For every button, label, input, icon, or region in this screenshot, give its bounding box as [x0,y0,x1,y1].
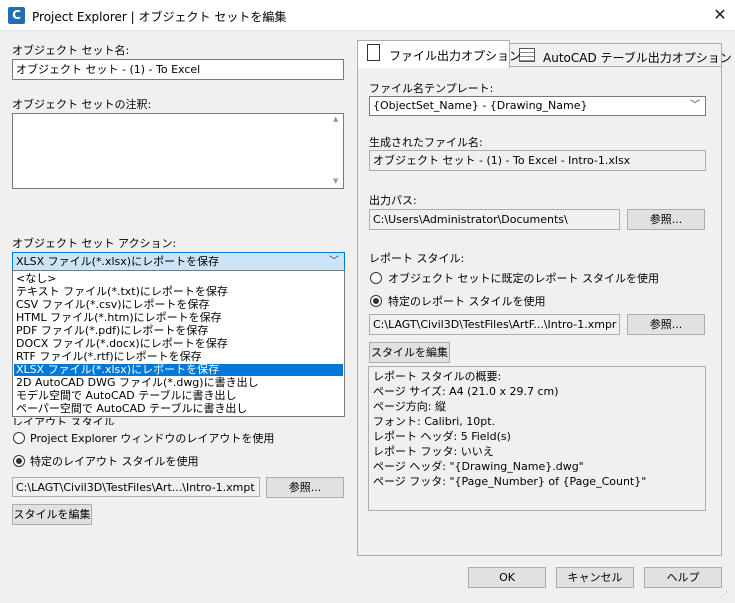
chevron-down-icon: ﹀ [329,256,339,267]
dropdown-option[interactable]: 2D AutoCAD DWG ファイル(*.dwg)に書き出し [14,377,343,389]
layout-style-path: C:\LAGT\Civil3D\TestFiles\Art...\Intro-1… [12,477,260,497]
template-label: ファイル名テンプレート: [369,82,494,95]
window-title: Project Explorer | オブジェクト セットを編集 [32,10,287,24]
layout-browse-button[interactable]: 参照... [266,477,344,498]
scroll-down-icon: ▼ [333,177,339,185]
template-dropdown[interactable]: {ObjectSet_Name} - {Drawing_Name} ﹀ [369,96,706,116]
report-style-path: C:\LAGT\Civil3D\TestFiles\ArtF...\Intro-… [369,314,620,335]
dropdown-option[interactable]: HTML ファイル(*.htm)にレポートを保存 [14,312,343,324]
summary-line: ページ サイズ: A4 (21.0 x 29.7 cm) [373,385,559,398]
report-style-browse-button[interactable]: 参照... [627,314,705,335]
tab-autocad-table-output[interactable]: AutoCAD テーブル出力オプション [509,43,732,67]
action-selected-value: XLSX ファイル(*.xlsx)にレポートを保存 [16,255,220,268]
object-set-note-label: オブジェクト セットの注釈: [12,98,152,111]
dropdown-option[interactable]: PDF ファイル(*.pdf)にレポートを保存 [14,325,343,337]
layout-style-label: レイアウト スタイル [12,416,115,425]
generated-filename-label: 生成されたファイル名: [369,136,483,149]
dropdown-option[interactable]: RTF ファイル(*.rtf)にレポートを保存 [14,351,343,363]
object-set-name-input[interactable]: オブジェクト セット - (1) - To Excel [12,59,344,80]
radio-window-layout[interactable] [13,432,25,444]
output-path-label: 出力パス: [369,194,417,207]
close-icon[interactable]: ✕ [707,2,733,28]
summary-line: ページ方向: 縦 [373,400,446,413]
summary-line: レポート ヘッダ: 5 Field(s) [373,430,511,443]
radio-specific-layout-label: 特定のレイアウト スタイルを使用 [30,455,199,468]
object-set-name-label: オブジェクト セット名: [12,44,130,57]
scroll-up-icon: ▲ [333,115,339,123]
action-dropdown-list: <なし> テキスト ファイル(*.txt)にレポートを保存 CSV ファイル(*… [12,270,345,417]
tab-autocad-table-output-label: AutoCAD テーブル出力オプション [543,51,732,65]
radio-window-layout-label: Project Explorer ウィンドウのレイアウトを使用 [30,432,275,445]
help-button[interactable]: ヘルプ [644,567,722,588]
civil3d-app-icon: C [8,7,25,24]
table-icon [519,48,535,62]
object-set-note-textarea[interactable] [12,113,344,189]
radio-specific-report-style-label: 特定のレポート スタイルを使用 [388,295,546,308]
radio-specific-layout[interactable] [13,455,25,467]
dropdown-option[interactable]: <なし> [14,273,343,285]
summary-line: ページ ヘッダ: "{Drawing_Name}.dwg" [373,460,584,473]
dropdown-option[interactable]: モデル空間で AutoCAD テーブルに書き出し [14,390,343,402]
radio-specific-report-style[interactable] [370,295,382,307]
report-style-summary: レポート スタイルの概要: ページ サイズ: A4 (21.0 x 29.7 c… [368,366,706,511]
summary-line: レポート フッタ: いいえ [373,445,494,458]
radio-default-report-style-label: オブジェクト セットに既定のレポート スタイルを使用 [388,272,659,285]
dropdown-option[interactable]: CSV ファイル(*.csv)にレポートを保存 [14,299,343,311]
layout-edit-style-button[interactable]: スタイルを編集 [12,504,92,525]
title-bar: C Project Explorer | オブジェクト セットを編集 ✕ [0,0,735,31]
chevron-down-icon: ﹀ [690,100,700,111]
object-set-action-label: オブジェクト セット アクション: [12,237,177,250]
cancel-button[interactable]: キャンセル [556,567,634,588]
tab-file-output[interactable]: ファイル出力オプション [357,40,521,68]
summary-line: フォント: Calibri, 10pt. [373,415,496,428]
output-path-field: C:\Users\Administrator\Documents\ [369,209,620,230]
object-set-action-dropdown[interactable]: XLSX ファイル(*.xlsx)にレポートを保存 ﹀ [12,252,345,271]
generated-filename-field: オブジェクト セット - (1) - To Excel - Intro-1.xl… [369,150,706,171]
template-value: {ObjectSet_Name} - {Drawing_Name} [373,99,588,112]
dropdown-option[interactable]: テキスト ファイル(*.txt)にレポートを保存 [14,286,343,298]
report-edit-style-button[interactable]: スタイルを編集 [369,342,450,363]
dropdown-option-selected[interactable]: XLSX ファイル(*.xlsx)にレポートを保存 [14,364,343,376]
report-style-label: レポート スタイル: [369,252,465,265]
summary-line: レポート スタイルの概要: [373,370,502,383]
radio-default-report-style[interactable] [370,272,382,284]
ok-button[interactable]: OK [468,567,546,588]
output-path-browse-button[interactable]: 参照... [627,209,705,230]
document-icon [367,44,380,61]
summary-line: ページ フッタ: "{Page_Number} of {Page_Count}" [373,475,647,488]
dropdown-option[interactable]: DOCX ファイル(*.docx)にレポートを保存 [14,338,343,350]
tab-file-output-label: ファイル出力オプション [389,49,522,63]
resize-grip-icon[interactable]: ⋰ [720,590,728,599]
